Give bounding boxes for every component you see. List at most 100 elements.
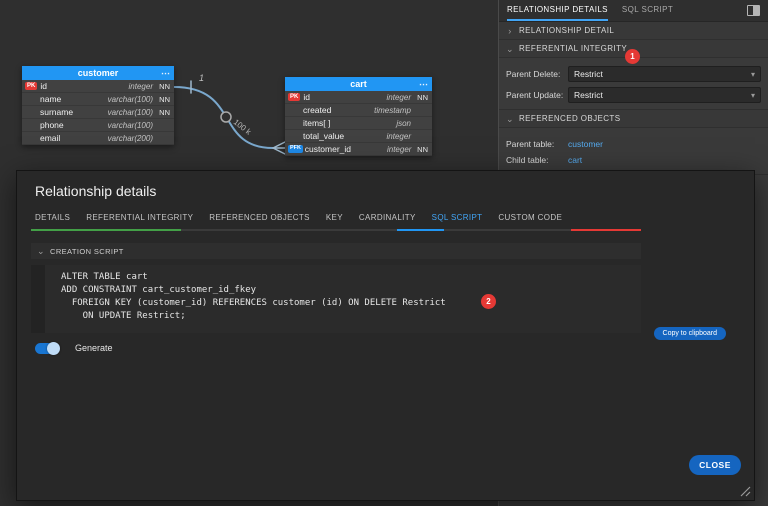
column-type: integer: [386, 144, 412, 154]
parent-update-select[interactable]: Restrict ▾: [568, 87, 761, 103]
column-type: varchar(100): [107, 120, 153, 130]
column-name: email: [40, 133, 61, 143]
code-line: ADD CONSTRAINT cart_customer_id_fkey: [61, 285, 257, 295]
child-table-row: Child table: cart: [506, 152, 761, 168]
tab-sql-script[interactable]: SQL SCRIPT: [432, 213, 483, 222]
table-title: cart: [350, 79, 367, 89]
child-table-label: Child table:: [506, 155, 549, 165]
column-row[interactable]: email varchar(200): [22, 132, 174, 145]
section-referenced-objects[interactable]: ⌄ REFERENCED OBJECTS: [499, 110, 768, 128]
relationship-handle-icon[interactable]: [220, 111, 232, 123]
column-row[interactable]: name varchar(100) NN: [22, 93, 174, 106]
column-row[interactable]: PK id integer NN: [22, 80, 174, 93]
chevron-down-icon: ⌄: [506, 113, 514, 124]
relationship-details-dialog: Relationship details DETAILS REFERENTIAL…: [16, 170, 755, 501]
child-table-link[interactable]: cart: [568, 155, 582, 165]
generate-label: Generate: [75, 343, 113, 353]
not-null-flag: NN: [417, 92, 428, 102]
resize-grip[interactable]: [738, 484, 751, 497]
table-menu-icon[interactable]: ⋯: [161, 66, 170, 80]
section-creation-script[interactable]: ⌄ CREATION SCRIPT: [31, 243, 641, 259]
tab-referenced-objects[interactable]: REFERENCED OBJECTS: [209, 213, 310, 222]
column-row[interactable]: phone varchar(100): [22, 119, 174, 132]
chevron-right-icon: ›: [508, 25, 512, 36]
section-label: RELATIONSHIP DETAIL: [519, 26, 615, 35]
pk-badge: PK: [25, 82, 38, 90]
close-button[interactable]: CLOSE: [689, 455, 741, 475]
entity-customer[interactable]: customer ⋯ PK id integer NN name varchar…: [22, 66, 174, 145]
column-type: integer: [128, 81, 153, 91]
column-type: integer: [386, 92, 411, 102]
referential-integrity-fields: Parent Delete: Restrict ▾ Parent Update:…: [499, 58, 768, 110]
selected-value: Restrict: [574, 90, 603, 100]
column-name: phone: [40, 120, 64, 130]
split-view-icon[interactable]: [747, 5, 760, 16]
cardinality-label: 1: [199, 73, 204, 83]
dialog-tab-bar: DETAILS REFERENTIAL INTEGRITY REFERENCED…: [35, 213, 562, 222]
parent-table-link[interactable]: customer: [568, 139, 603, 149]
column-row[interactable]: surname varchar(100) NN: [22, 106, 174, 119]
column-type: json: [396, 118, 411, 128]
column-name: id: [303, 92, 310, 102]
column-name: name: [40, 94, 62, 104]
column-row[interactable]: created timestamp: [285, 104, 432, 117]
column-type: timestamp: [374, 105, 411, 115]
pfk-badge: PFK: [288, 145, 303, 153]
pk-badge: PK: [288, 93, 301, 101]
tab-cardinality[interactable]: CARDINALITY: [359, 213, 416, 222]
column-name: items[ ]: [303, 118, 331, 128]
column-row[interactable]: total_value integer: [285, 130, 432, 143]
table-header[interactable]: cart ⋯: [285, 77, 432, 91]
code-line: ON UPDATE Restrict;: [61, 311, 186, 321]
section-label: REFERENTIAL INTEGRITY: [519, 44, 628, 53]
panel-tab-bar: RELATIONSHIP DETAILS SQL SCRIPT: [499, 0, 768, 22]
field-row: Parent Update: Restrict ▾: [506, 87, 761, 103]
generate-row: Generate: [31, 341, 641, 355]
selected-value: Restrict: [574, 69, 603, 79]
tab-key[interactable]: KEY: [326, 213, 343, 222]
column-type: varchar(200): [107, 133, 153, 143]
entity-cart[interactable]: cart ⋯ PK id integer NN created timestam…: [285, 77, 432, 156]
tab-details[interactable]: DETAILS: [35, 213, 70, 222]
column-type: varchar(100): [107, 107, 153, 117]
not-null-flag: NN: [159, 107, 170, 117]
tab-sql-script[interactable]: SQL SCRIPT: [622, 0, 673, 21]
parent-table-row: Parent table: customer: [506, 136, 761, 152]
column-type: varchar(100): [107, 94, 153, 104]
step-badge-2: 2: [481, 294, 496, 309]
code-line: ALTER TABLE cart: [61, 272, 148, 282]
column-name: created: [303, 105, 332, 115]
dialog-title: Relationship details: [35, 183, 157, 199]
column-name: surname: [40, 107, 74, 117]
section-label: REFERENCED OBJECTS: [519, 114, 621, 123]
section-relationship-detail[interactable]: › RELATIONSHIP DETAIL: [499, 22, 768, 40]
table-menu-icon[interactable]: ⋯: [419, 77, 428, 91]
column-type: integer: [386, 131, 411, 141]
code-gutter: [31, 265, 45, 333]
not-null-flag: NN: [159, 94, 170, 104]
tab-custom-code[interactable]: CUSTOM CODE: [498, 213, 562, 222]
column-row[interactable]: PFK customer_id integer NN: [285, 143, 432, 156]
parent-delete-select[interactable]: Restrict ▾: [568, 66, 761, 82]
column-name: customer_id: [304, 144, 352, 154]
generate-toggle[interactable]: [35, 341, 60, 355]
parent-update-label: Parent Update:: [506, 90, 564, 100]
column-row[interactable]: PK id integer NN: [285, 91, 432, 104]
caret-down-icon: ▾: [750, 90, 755, 100]
table-header[interactable]: customer ⋯: [22, 66, 174, 80]
parent-delete-label: Parent Delete:: [506, 69, 561, 79]
not-null-flag: NN: [159, 81, 170, 91]
referenced-objects-fields: Parent table: customer Child table: cart: [499, 128, 768, 175]
column-name: id: [40, 81, 47, 91]
caret-down-icon: ▾: [750, 69, 755, 79]
step-badge-1: 1: [625, 49, 640, 64]
copy-to-clipboard-button[interactable]: Copy to clipboard: [653, 327, 726, 340]
row-count-label: 100 k: [232, 117, 254, 137]
tab-relationship-details[interactable]: RELATIONSHIP DETAILS: [507, 0, 608, 21]
column-row[interactable]: items[ ] json: [285, 117, 432, 130]
app-window: 1 100 k customer ⋯ PK id integer NN name…: [0, 0, 768, 506]
tab-referential-integrity[interactable]: REFERENTIAL INTEGRITY: [86, 213, 193, 222]
section-label: CREATION SCRIPT: [50, 246, 124, 256]
tab-indicator-line: [31, 229, 641, 231]
not-null-flag: NN: [417, 144, 428, 154]
